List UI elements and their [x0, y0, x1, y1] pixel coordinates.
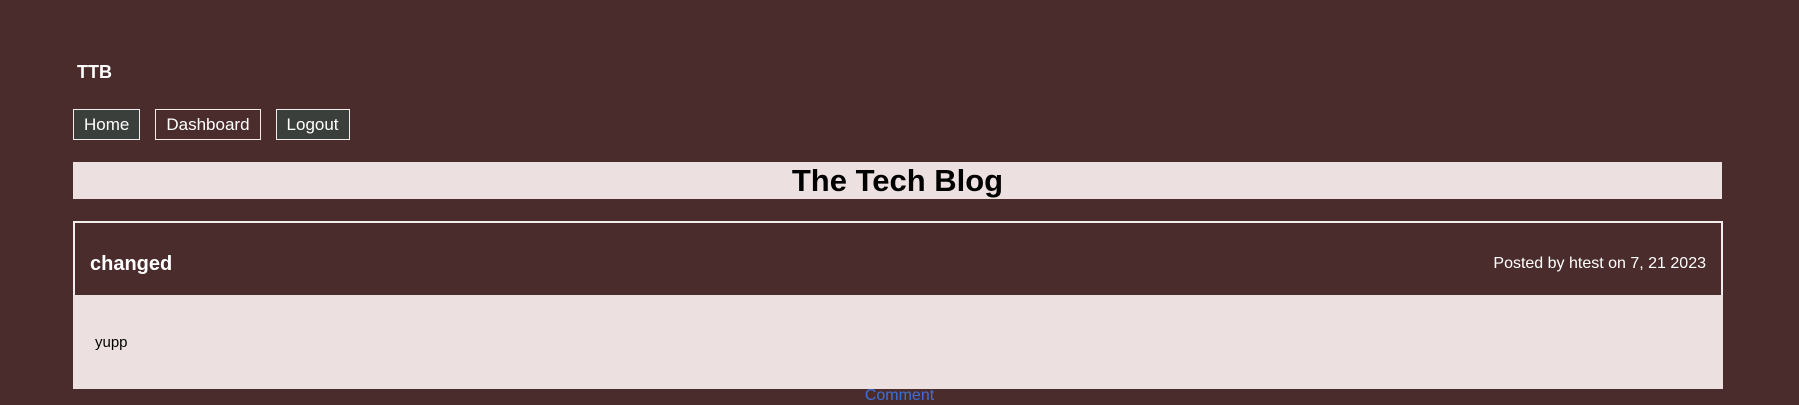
page-title: The Tech Blog	[791, 163, 1004, 198]
main-nav: Home Dashboard Logout	[73, 109, 365, 140]
post-header: changed Posted by htest on 7, 21 2023	[75, 223, 1721, 293]
post-meta: Posted by htest on 7, 21 2023	[1493, 255, 1706, 272]
comment-link[interactable]: Comment	[0, 387, 1799, 405]
post-title: changed	[90, 253, 173, 275]
dashboard-button[interactable]: Dashboard	[155, 109, 261, 140]
site-brand: TTB	[77, 62, 112, 82]
post-card: changed Posted by htest on 7, 21 2023 yu…	[73, 221, 1723, 389]
post-content: yupp	[95, 334, 128, 351]
logout-button[interactable]: Logout	[275, 109, 350, 140]
post-body: yupp	[73, 295, 1723, 389]
home-button[interactable]: Home	[73, 109, 141, 140]
site-banner: The Tech Blog	[73, 162, 1722, 199]
